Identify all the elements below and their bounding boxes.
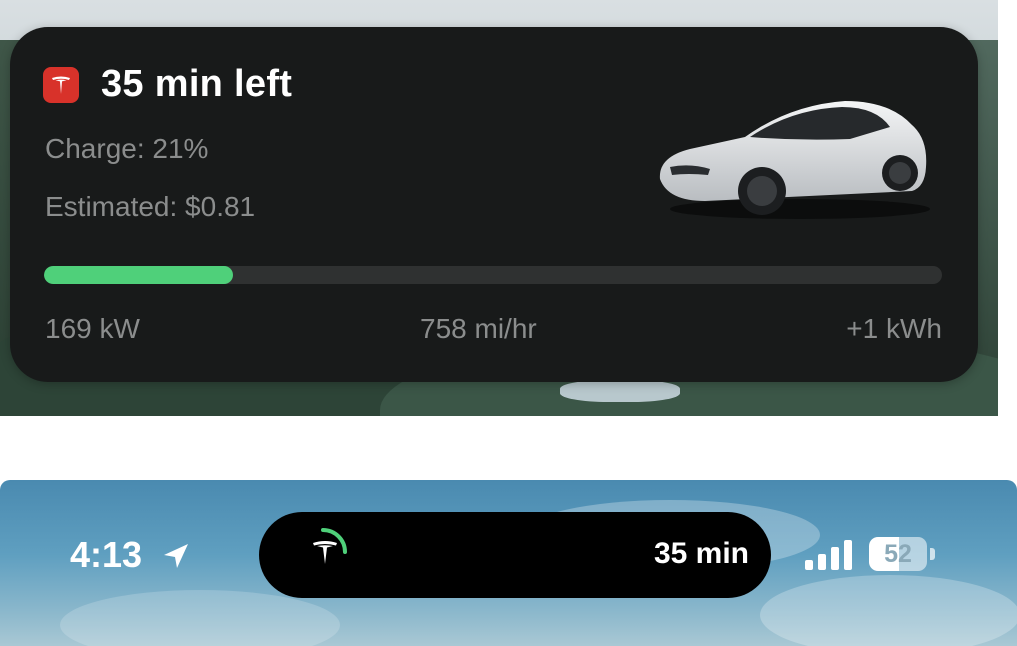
wallpaper-cloud xyxy=(60,590,340,646)
tesla-app-icon xyxy=(43,67,79,103)
time-left-title: 35 min left xyxy=(101,63,293,105)
car-image xyxy=(659,101,930,219)
island-time-remaining: 35 min xyxy=(653,537,749,570)
screenshot-stage: 35 min left Charge: 21% Estimated: $0.81 xyxy=(0,0,1017,646)
tesla-logo-icon xyxy=(52,76,70,94)
wallpaper-lake xyxy=(560,380,680,402)
charge-progress-fill xyxy=(44,266,233,284)
charging-power-label: 169 kW xyxy=(45,313,140,344)
cellular-signal-icon xyxy=(805,540,852,570)
charge-percent-label: Charge: 21% xyxy=(45,133,209,164)
status-bar-clock[interactable]: 4:13 xyxy=(70,534,142,576)
lock-screen-wallpaper: 35 min left Charge: 21% Estimated: $0.81 xyxy=(0,0,998,416)
charging-live-activity-card[interactable]: 35 min left Charge: 21% Estimated: $0.81 xyxy=(10,27,978,382)
tesla-logo-icon xyxy=(313,528,347,564)
wallpaper-cloud xyxy=(760,575,1017,646)
location-arrow-icon xyxy=(164,544,188,568)
battery-percent: 52 xyxy=(884,540,912,568)
estimated-cost-label: Estimated: $0.81 xyxy=(45,191,256,222)
battery-nub xyxy=(930,548,935,560)
dynamic-island[interactable]: 35 min xyxy=(259,512,771,598)
charge-progress-bar xyxy=(44,266,942,284)
battery-icon: 52 xyxy=(869,537,927,571)
battery-indicator: 52 xyxy=(869,537,939,571)
charging-rate-label: 758 mi/hr xyxy=(420,313,537,344)
energy-added-label: +1 kWh xyxy=(846,313,942,344)
